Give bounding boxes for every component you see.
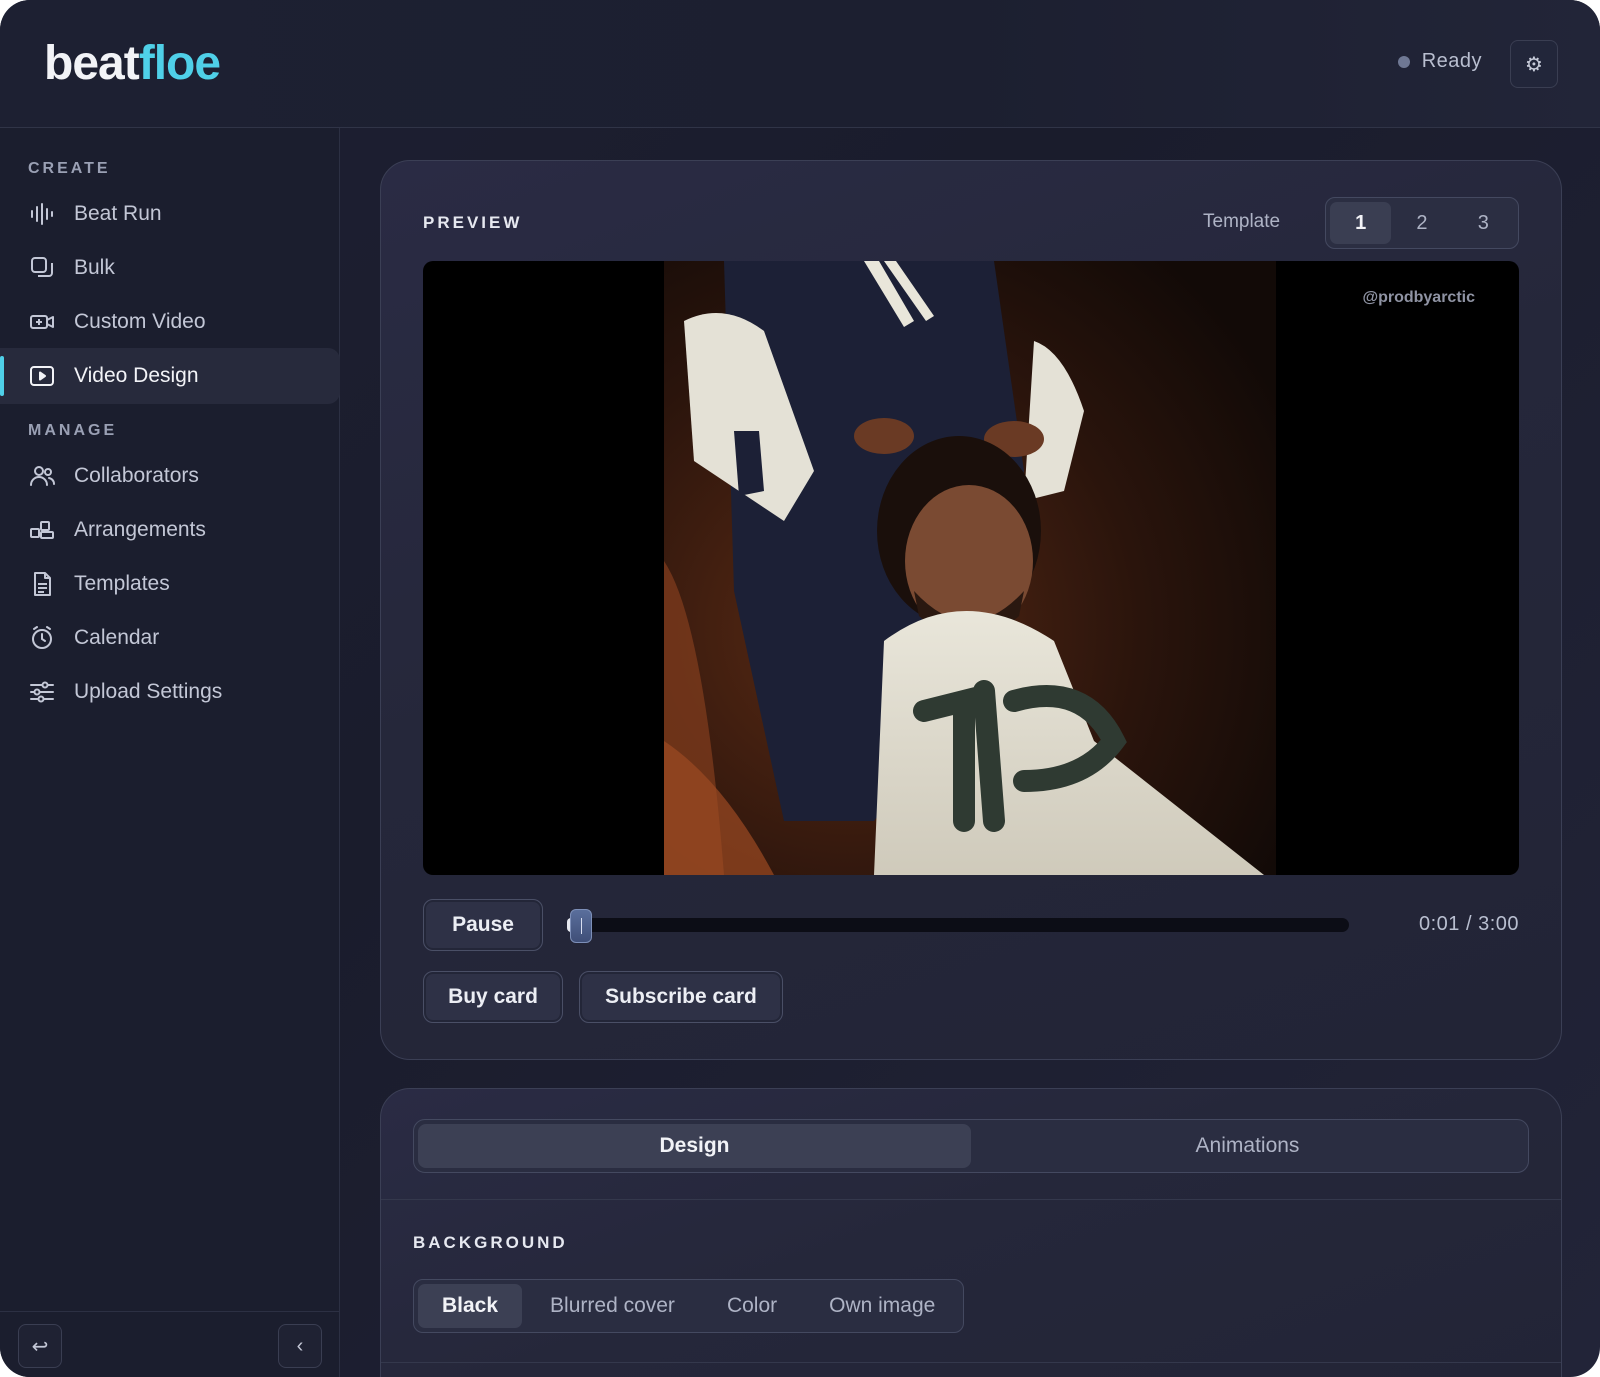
sidebar-item-calendar[interactable]: Calendar	[0, 610, 340, 666]
users-icon	[30, 466, 56, 486]
gear-icon: ⚙	[1525, 53, 1543, 76]
status-dot	[1397, 55, 1410, 68]
playback-time: 0:01 / 3:00	[1418, 913, 1519, 935]
sidebar-item-label: Beat Run	[74, 202, 162, 225]
video-preview[interactable]: @prodbyarctic	[423, 261, 1519, 875]
collapse-sidebar-button[interactable]: ‹	[278, 1324, 322, 1368]
sidebar-item-label: Upload Settings	[74, 680, 223, 703]
app-logo[interactable]: beatfloe	[44, 36, 221, 92]
video-camera-icon	[30, 315, 54, 329]
sidebar-item-templates[interactable]: Templates	[0, 556, 340, 612]
sidebar-section-create: CREATE	[28, 160, 111, 177]
sidebar-item-arrangements[interactable]: Arrangements	[0, 502, 340, 558]
watermark-handle: @prodbyarctic	[1362, 289, 1475, 306]
background-section-title: BACKGROUND	[413, 1233, 568, 1252]
sidebar-item-label: Collaborators	[74, 464, 199, 487]
template-selector: 1 2 3	[1325, 197, 1519, 249]
design-tabs: Design Animations	[413, 1119, 1529, 1173]
tab-design[interactable]: Design	[418, 1124, 971, 1168]
stack-icon	[31, 257, 53, 277]
chevron-left-icon: ‹	[296, 1334, 304, 1357]
background-option-own-image[interactable]: Own image	[805, 1284, 959, 1328]
sidebar-footer: ↩ ‹	[0, 1311, 340, 1377]
timer-icon	[32, 626, 52, 649]
playback-track[interactable]	[567, 918, 1349, 932]
sidebar-item-beat-run[interactable]: Beat Run	[0, 186, 340, 242]
logo-beat: beat	[44, 37, 140, 90]
preview-title: PREVIEW	[423, 213, 523, 232]
sidebar-item-label: Templates	[74, 572, 170, 595]
sidebar-item-label: Calendar	[74, 626, 160, 649]
divider	[381, 1199, 1561, 1200]
sidebar-item-video-design[interactable]: Video Design	[0, 348, 340, 404]
app-header: beatfloe Ready ⚙	[0, 0, 1600, 128]
status-indicator: Ready	[1397, 50, 1482, 73]
waveform-icon	[31, 203, 53, 225]
template-option-1[interactable]: 1	[1330, 202, 1392, 244]
settings-button[interactable]: ⚙	[1510, 40, 1558, 88]
subscribe-card-button[interactable]: Subscribe card	[579, 971, 783, 1023]
blocks-icon	[30, 521, 54, 539]
sidebar-item-upload-settings[interactable]: Upload Settings	[0, 664, 340, 720]
buy-card-button[interactable]: Buy card	[423, 971, 563, 1023]
sidebar-item-collaborators[interactable]: Collaborators	[0, 448, 340, 504]
template-option-3[interactable]: 3	[1453, 202, 1514, 244]
sidebar-item-custom-video[interactable]: Custom Video	[0, 294, 340, 350]
preview-panel: PREVIEW Template 1 2 3 @prodbyarctic Pau…	[380, 160, 1562, 1060]
sliders-icon	[30, 681, 54, 703]
template-label: Template	[1203, 211, 1281, 232]
playback-scrubber-handle[interactable]	[570, 909, 593, 943]
back-button[interactable]: ↩	[18, 1324, 62, 1368]
sidebar-item-label: Bulk	[74, 256, 115, 279]
sidebar-item-label: Arrangements	[74, 518, 206, 541]
sidebar: CREATE Beat Run Bulk Custom Video Video …	[0, 128, 340, 1377]
background-option-color[interactable]: Color	[703, 1284, 801, 1328]
pause-button[interactable]: Pause	[423, 899, 543, 951]
cover-image	[664, 261, 1276, 875]
sidebar-item-bulk[interactable]: Bulk	[0, 240, 340, 296]
sidebar-item-label: Video Design	[74, 364, 199, 387]
play-screen-icon	[30, 366, 54, 386]
status-text: Ready	[1421, 50, 1482, 72]
sidebar-section-manage: MANAGE	[28, 422, 118, 439]
background-option-blurred-cover[interactable]: Blurred cover	[526, 1284, 699, 1328]
template-option-2[interactable]: 2	[1391, 202, 1452, 244]
divider	[381, 1362, 1561, 1363]
design-panel: Design Animations BACKGROUND Black Blurr…	[380, 1088, 1562, 1377]
return-icon: ↩	[31, 1335, 49, 1358]
background-selector: Black Blurred cover Color Own image	[413, 1279, 965, 1333]
background-option-black[interactable]: Black	[418, 1284, 523, 1328]
tab-animations[interactable]: Animations	[971, 1124, 1524, 1168]
sidebar-item-label: Custom Video	[74, 310, 206, 333]
app-window: beatfloe Ready ⚙ CREATE Beat Run Bulk Cu…	[0, 0, 1600, 1377]
logo-floe: floe	[138, 37, 221, 90]
document-icon	[34, 572, 51, 596]
